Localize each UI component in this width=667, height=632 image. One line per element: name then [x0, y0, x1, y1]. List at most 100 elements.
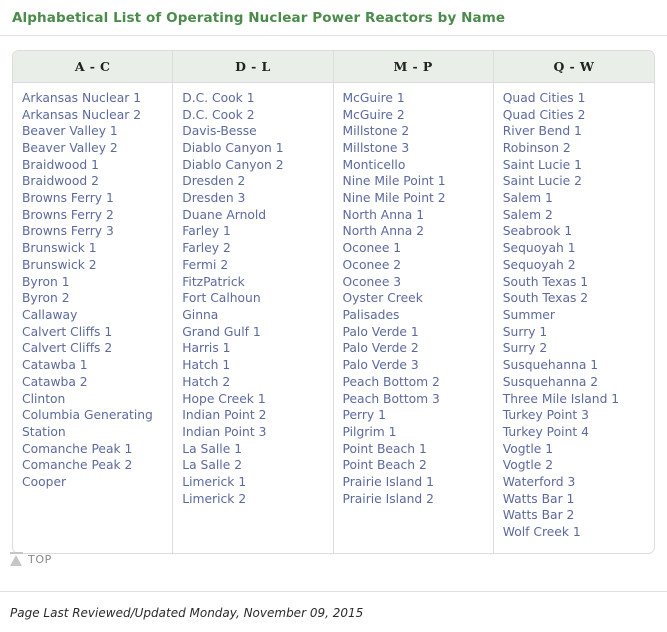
reactor-link[interactable]: Peach Bottom 2 — [343, 375, 440, 389]
reactor-link[interactable]: Pilgrim 1 — [343, 425, 397, 439]
reactor-link[interactable]: Palo Verde 1 — [343, 325, 419, 339]
reactor-link[interactable]: Indian Point 3 — [182, 425, 266, 439]
reactor-link[interactable]: Calvert Cliffs 1 — [22, 325, 112, 339]
reactor-link[interactable]: Indian Point 2 — [182, 408, 266, 422]
back-to-top-link[interactable]: TOP — [10, 552, 52, 566]
reactor-link[interactable]: Calvert Cliffs 2 — [22, 341, 112, 355]
reactor-link[interactable]: Surry 1 — [503, 325, 548, 339]
reactor-link[interactable]: Comanche Peak 1 — [22, 442, 132, 456]
reactor-link[interactable]: River Bend 1 — [503, 124, 582, 138]
reactor-link[interactable]: Browns Ferry 2 — [22, 208, 114, 222]
reactor-link[interactable]: Wolf Creek 1 — [503, 525, 581, 539]
reactor-link[interactable]: Cooper — [22, 475, 66, 489]
reactor-link[interactable]: Callaway — [22, 308, 77, 322]
reactor-link[interactable]: Duane Arnold — [182, 208, 266, 222]
reactor-link[interactable]: Prairie Island 1 — [343, 475, 434, 489]
reactor-link[interactable]: Waterford 3 — [503, 475, 576, 489]
reactor-link[interactable]: Harris 1 — [182, 341, 230, 355]
reactor-link[interactable]: Browns Ferry 1 — [22, 191, 114, 205]
reactor-link[interactable]: Millstone 2 — [343, 124, 410, 138]
reactor-link[interactable]: South Texas 1 — [503, 275, 588, 289]
reactor-link[interactable]: Sequoyah 2 — [503, 258, 576, 272]
reactor-link[interactable]: Clinton — [22, 392, 65, 406]
reactor-link[interactable]: Beaver Valley 2 — [22, 141, 118, 155]
reactor-link[interactable]: Oyster Creek — [343, 291, 423, 305]
reactor-link[interactable]: Palisades — [343, 308, 400, 322]
reactor-link[interactable]: North Anna 1 — [343, 208, 425, 222]
reactor-link[interactable]: Vogtle 1 — [503, 442, 553, 456]
reactor-link[interactable]: Limerick 1 — [182, 475, 246, 489]
reactor-link[interactable]: Braidwood 1 — [22, 158, 99, 172]
reactor-link[interactable]: Saint Lucie 2 — [503, 174, 582, 188]
reactor-link[interactable]: Oconee 3 — [343, 275, 402, 289]
reactor-link[interactable]: Millstone 3 — [343, 141, 410, 155]
reactor-link[interactable]: North Anna 2 — [343, 224, 425, 238]
reactor-link[interactable]: Beaver Valley 1 — [22, 124, 118, 138]
reactor-link[interactable]: Sequoyah 1 — [503, 241, 576, 255]
reactor-link[interactable]: Brunswick 1 — [22, 241, 97, 255]
reactor-link[interactable]: Farley 2 — [182, 241, 231, 255]
reactor-link[interactable]: La Salle 1 — [182, 442, 242, 456]
reactor-link[interactable]: Browns Ferry 3 — [22, 224, 114, 238]
reactor-link[interactable]: Limerick 2 — [182, 492, 246, 506]
reactor-link[interactable]: Salem 2 — [503, 208, 553, 222]
reactor-link[interactable]: Quad Cities 1 — [503, 91, 586, 105]
reactor-link[interactable]: Comanche Peak 2 — [22, 458, 132, 472]
reactor-link[interactable]: Summer — [503, 308, 555, 322]
reactor-link[interactable]: Hatch 2 — [182, 375, 230, 389]
reactor-link[interactable]: D.C. Cook 1 — [182, 91, 254, 105]
reactor-link[interactable]: Fort Calhoun — [182, 291, 260, 305]
reactor-link[interactable]: Brunswick 2 — [22, 258, 97, 272]
reactor-link[interactable]: Oconee 2 — [343, 258, 402, 272]
reactor-link[interactable]: Grand Gulf 1 — [182, 325, 260, 339]
reactor-link[interactable]: Point Beach 1 — [343, 442, 427, 456]
reactor-link[interactable]: Davis-Besse — [182, 124, 256, 138]
reactor-link[interactable]: Point Beach 2 — [343, 458, 427, 472]
reactor-link[interactable]: Perry 1 — [343, 408, 386, 422]
reactor-link[interactable]: Turkey Point 3 — [503, 408, 589, 422]
reactor-link[interactable]: Watts Bar 1 — [503, 492, 575, 506]
reactor-link[interactable]: Braidwood 2 — [22, 174, 99, 188]
reactor-link[interactable]: Watts Bar 2 — [503, 508, 575, 522]
reactor-link[interactable]: Palo Verde 2 — [343, 341, 419, 355]
reactor-link[interactable]: Surry 2 — [503, 341, 548, 355]
reactor-link[interactable]: McGuire 2 — [343, 108, 405, 122]
reactor-link[interactable]: Farley 1 — [182, 224, 231, 238]
reactor-link[interactable]: South Texas 2 — [503, 291, 588, 305]
reactor-link[interactable]: Columbia Generating Station — [22, 408, 153, 439]
reactor-link[interactable]: Vogtle 2 — [503, 458, 553, 472]
reactor-link[interactable]: Catawba 2 — [22, 375, 88, 389]
reactor-link[interactable]: Ginna — [182, 308, 218, 322]
reactor-link[interactable]: Monticello — [343, 158, 406, 172]
reactor-link[interactable]: Arkansas Nuclear 1 — [22, 91, 141, 105]
reactor-link[interactable]: McGuire 1 — [343, 91, 405, 105]
reactor-link[interactable]: Dresden 3 — [182, 191, 245, 205]
reactor-link[interactable]: Dresden 2 — [182, 174, 245, 188]
reactor-link[interactable]: La Salle 2 — [182, 458, 242, 472]
reactor-link[interactable]: Quad Cities 2 — [503, 108, 586, 122]
reactor-link[interactable]: Diablo Canyon 1 — [182, 141, 283, 155]
reactor-link[interactable]: Prairie Island 2 — [343, 492, 434, 506]
reactor-link[interactable]: Nine Mile Point 1 — [343, 174, 446, 188]
reactor-link[interactable]: Arkansas Nuclear 2 — [22, 108, 141, 122]
reactor-link[interactable]: Fermi 2 — [182, 258, 228, 272]
reactor-link[interactable]: Diablo Canyon 2 — [182, 158, 283, 172]
reactor-link[interactable]: Seabrook 1 — [503, 224, 572, 238]
reactor-link[interactable]: Byron 1 — [22, 275, 70, 289]
reactor-link[interactable]: D.C. Cook 2 — [182, 108, 254, 122]
reactor-link[interactable]: Robinson 2 — [503, 141, 571, 155]
reactor-link[interactable]: Hope Creek 1 — [182, 392, 265, 406]
reactor-link[interactable]: Catawba 1 — [22, 358, 88, 372]
reactor-link[interactable]: Turkey Point 4 — [503, 425, 589, 439]
reactor-link[interactable]: Peach Bottom 3 — [343, 392, 440, 406]
reactor-link[interactable]: Saint Lucie 1 — [503, 158, 582, 172]
reactor-link[interactable]: Susquehanna 1 — [503, 358, 598, 372]
reactor-link[interactable]: Hatch 1 — [182, 358, 230, 372]
reactor-link[interactable]: Palo Verde 3 — [343, 358, 419, 372]
reactor-link[interactable]: Salem 1 — [503, 191, 553, 205]
reactor-link[interactable]: Three Mile Island 1 — [503, 392, 619, 406]
reactor-link[interactable]: Oconee 1 — [343, 241, 402, 255]
reactor-link[interactable]: FitzPatrick — [182, 275, 244, 289]
reactor-link[interactable]: Nine Mile Point 2 — [343, 191, 446, 205]
reactor-link[interactable]: Byron 2 — [22, 291, 70, 305]
